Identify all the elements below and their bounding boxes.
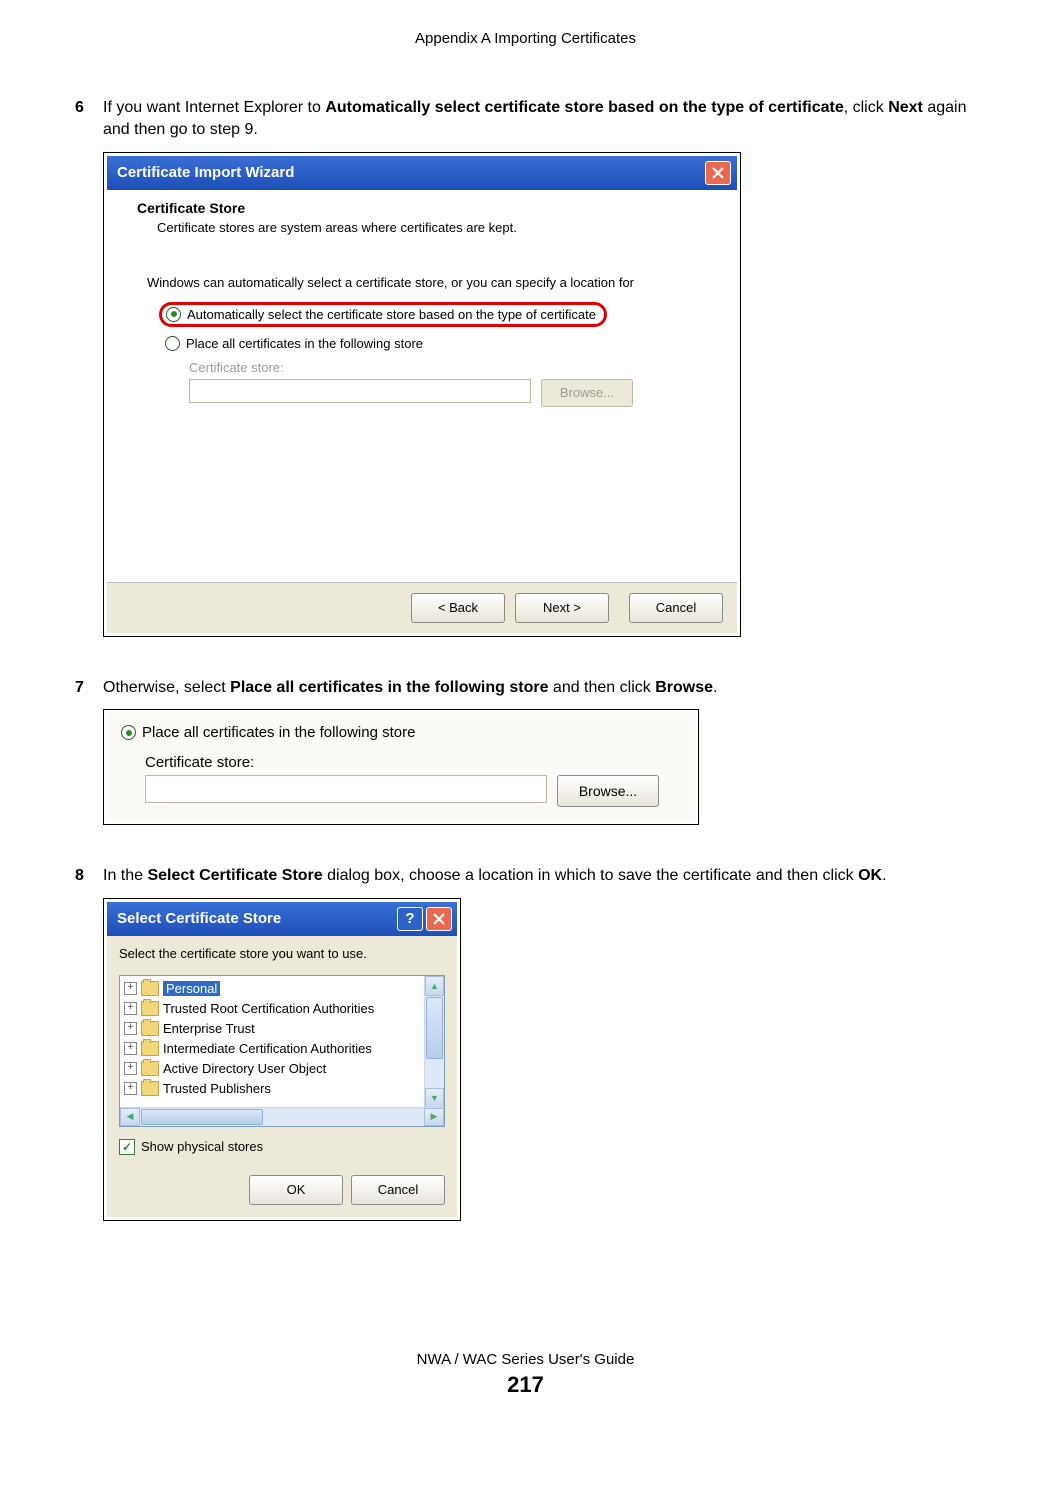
folder-icon [141,1081,159,1096]
radio-icon [165,336,180,351]
folder-icon [141,1021,159,1036]
page-footer: NWA / WAC Series User's Guide 217 [75,1351,976,1398]
radio-auto-select[interactable]: Automatically select the certificate sto… [159,302,607,327]
step-text: If you want Internet Explorer to Automat… [103,97,976,142]
folder-icon [141,1041,159,1056]
scroll-left-icon[interactable]: ◀ [120,1108,140,1126]
titlebar: Select Certificate Store ? [107,902,457,936]
expand-icon[interactable]: + [124,1042,137,1055]
ok-button[interactable]: OK [249,1175,343,1205]
expand-icon[interactable]: + [124,1062,137,1075]
tree-item[interactable]: + Trusted Root Certification Authorities [124,999,440,1019]
scroll-up-icon[interactable]: ▲ [425,976,444,996]
browse-button[interactable]: Browse... [557,775,659,807]
radio-label: Automatically select the certificate sto… [187,307,596,322]
help-button[interactable]: ? [397,907,423,931]
instruction-text: Windows can automatically select a certi… [147,275,707,290]
cancel-button[interactable]: Cancel [629,593,723,623]
radio-label: Place all certificates in the following … [142,724,415,741]
radio-place-all[interactable]: Place all certificates in the following … [165,333,707,354]
tree-label: Trusted Root Certification Authorities [163,1001,374,1016]
page-header: Appendix A Importing Certificates [75,30,976,47]
section-subtext: Certificate stores are system areas wher… [157,220,707,235]
tree-item[interactable]: + Active Directory User Object [124,1059,440,1079]
footer-guide-name: NWA / WAC Series User's Guide [75,1351,976,1368]
expand-icon[interactable]: + [124,982,137,995]
tree-item[interactable]: + Trusted Publishers [124,1079,440,1099]
tree-item[interactable]: + Enterprise Trust [124,1019,440,1039]
close-icon [712,167,724,179]
step-text: In the Select Certificate Store dialog b… [103,865,976,887]
tree-label: Trusted Publishers [163,1081,271,1096]
checkbox-icon: ✓ [119,1139,135,1155]
page-number: 217 [75,1372,976,1398]
tree-item[interactable]: + Intermediate Certification Authorities [124,1039,440,1059]
store-input [189,379,531,403]
radio-icon [166,307,181,322]
checkbox-label: Show physical stores [141,1139,263,1154]
close-button[interactable] [705,161,731,185]
tree-label: Enterprise Trust [163,1021,255,1036]
store-input[interactable] [145,775,547,803]
tree-label: Personal [163,981,220,996]
step-number: 6 [75,97,103,142]
step-text: Otherwise, select Place all certificates… [103,677,976,699]
radio-label: Place all certificates in the following … [186,336,423,351]
back-button[interactable]: < Back [411,593,505,623]
folder-icon [141,1001,159,1016]
tree-item-personal[interactable]: + Personal [124,979,440,999]
expand-icon[interactable]: + [124,1082,137,1095]
folder-icon [141,1061,159,1076]
scroll-thumb[interactable] [426,997,443,1059]
step-number: 8 [75,865,103,887]
expand-icon[interactable]: + [124,1022,137,1035]
scroll-thumb[interactable] [141,1109,263,1125]
cert-store-tree[interactable]: + Personal + Trusted Root Certification … [119,975,445,1127]
step-6: 6 If you want Internet Explorer to Autom… [75,97,976,142]
window-title: Certificate Import Wizard [117,164,294,181]
folder-icon [141,981,159,996]
figure-place-all-browse: Place all certificates in the following … [103,709,699,825]
scroll-right-icon[interactable]: ▶ [424,1108,444,1126]
show-physical-checkbox[interactable]: ✓ Show physical stores [119,1139,445,1155]
tree-label: Intermediate Certification Authorities [163,1041,372,1056]
titlebar: Certificate Import Wizard [107,156,737,190]
tree-label: Active Directory User Object [163,1061,326,1076]
close-button[interactable] [426,907,452,931]
vertical-scrollbar[interactable]: ▲ ▼ [424,976,444,1108]
close-icon [433,913,445,925]
radio-place-all[interactable]: Place all certificates in the following … [121,721,681,744]
window-title: Select Certificate Store [117,910,281,927]
section-heading: Certificate Store [137,200,707,216]
store-label: Certificate store: [145,754,681,771]
expand-icon[interactable]: + [124,1002,137,1015]
figure-cert-import-wizard: Certificate Import Wizard Certificate St… [103,152,741,637]
help-icon: ? [405,910,414,927]
instruction-text: Select the certificate store you want to… [119,946,445,961]
next-button[interactable]: Next > [515,593,609,623]
step-number: 7 [75,677,103,699]
figure-select-cert-store: Select Certificate Store ? Select the ce… [103,898,461,1221]
cancel-button[interactable]: Cancel [351,1175,445,1205]
browse-button-disabled: Browse... [541,379,633,407]
radio-icon [121,725,136,740]
step-7: 7 Otherwise, select Place all certificat… [75,677,976,699]
scroll-down-icon[interactable]: ▼ [425,1088,444,1108]
horizontal-scrollbar[interactable]: ◀ ▶ [120,1107,444,1126]
store-label: Certificate store: [189,360,707,375]
step-8: 8 In the Select Certificate Store dialog… [75,865,976,887]
